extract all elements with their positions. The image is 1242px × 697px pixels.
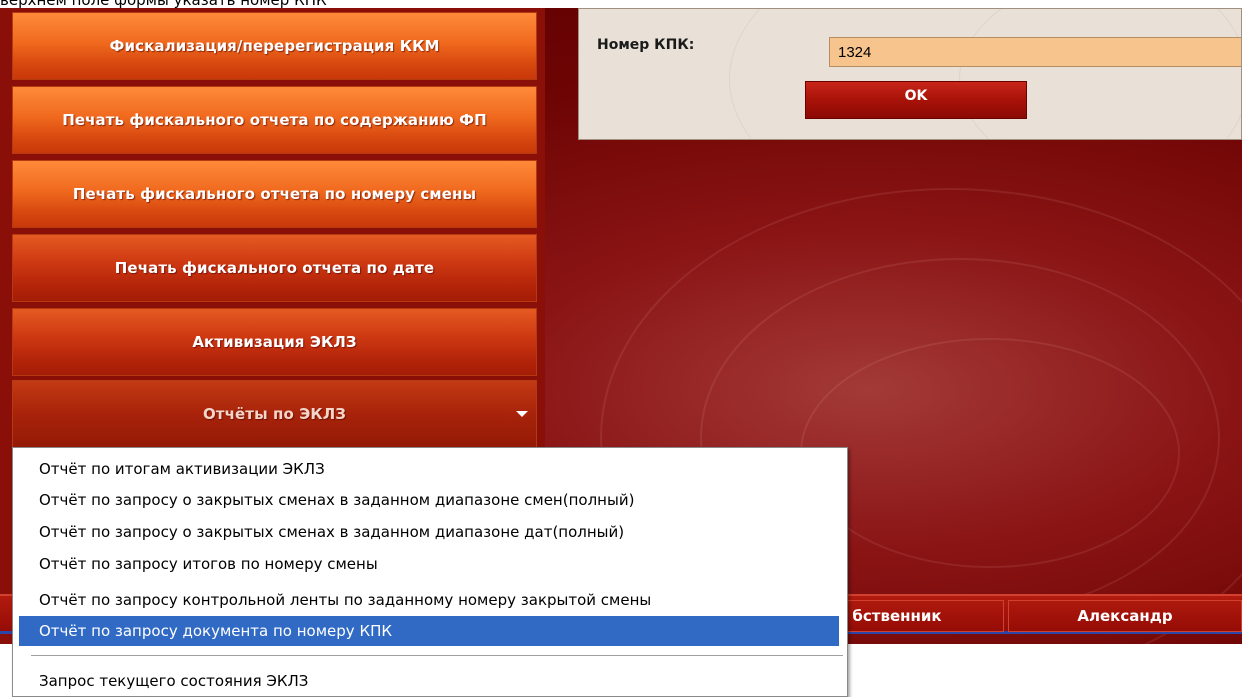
menu-item-eklz-current-state[interactable]: Запрос текущего состояния ЭКЛЗ [19,666,839,696]
menu-separator [31,655,843,657]
menu-item-activation-totals-report[interactable]: Отчёт по итогам активизации ЭКЛЗ [19,454,839,484]
fp-content-report-button[interactable]: Печать фискального отчета по содержанию … [12,86,537,154]
date-report-button[interactable]: Печать фискального отчета по дате [12,234,537,302]
kpk-number-label: Номер КПК: [597,37,695,53]
menu-item-control-tape-report[interactable]: Отчёт по запросу контрольной ленты по за… [19,585,839,615]
eklz-reports-menu: Отчёт по итогам активизации ЭКЛЗ Отчёт п… [12,447,848,697]
menu-item-kpk-document-report[interactable]: Отчёт по запросу документа по номеру КПК [19,616,839,646]
chevron-down-icon [516,411,528,417]
status-user-name: Александр [1077,607,1173,625]
kpk-number-input[interactable] [829,37,1241,67]
menu-item-shift-totals-report[interactable]: Отчёт по запросу итогов по номеру смены [19,549,839,579]
shift-number-report-button-label: Печать фискального отчета по номеру смен… [72,185,477,203]
kpk-number-form: Номер КПК: OK [578,8,1242,140]
panel-pattern [959,9,1241,139]
eklz-reports-dropdown-label: Отчёты по ЭКЛЗ [202,405,347,423]
ok-button[interactable]: OK [805,81,1027,119]
menu-item-closed-shifts-dates-report[interactable]: Отчёт по запросу о закрытых сменах в зад… [19,517,839,547]
eklz-activation-button[interactable]: Активизация ЭКЛЗ [12,308,537,376]
fp-content-report-button-label: Печать фискального отчета по содержанию … [62,111,487,129]
background-swirl [800,338,1180,568]
fiscalization-button[interactable]: Фискализация/перерегистрация ККМ [12,12,537,80]
menu-item-closed-shifts-range-report[interactable]: Отчёт по запросу о закрытых сменах в зад… [19,485,839,515]
ok-button-label: OK [904,88,928,104]
eklz-activation-button-label: Активизация ЭКЛЗ [192,333,357,351]
status-role-text: бственник [852,607,942,625]
status-user-cell: Александр [1008,600,1242,632]
date-report-button-label: Печать фискального отчета по дате [114,259,435,277]
eklz-reports-dropdown-button[interactable]: Отчёты по ЭКЛЗ [12,380,537,448]
shift-number-report-button[interactable]: Печать фискального отчета по номеру смен… [12,160,537,228]
fiscalization-button-label: Фискализация/перерегистрация ККМ [109,37,440,55]
